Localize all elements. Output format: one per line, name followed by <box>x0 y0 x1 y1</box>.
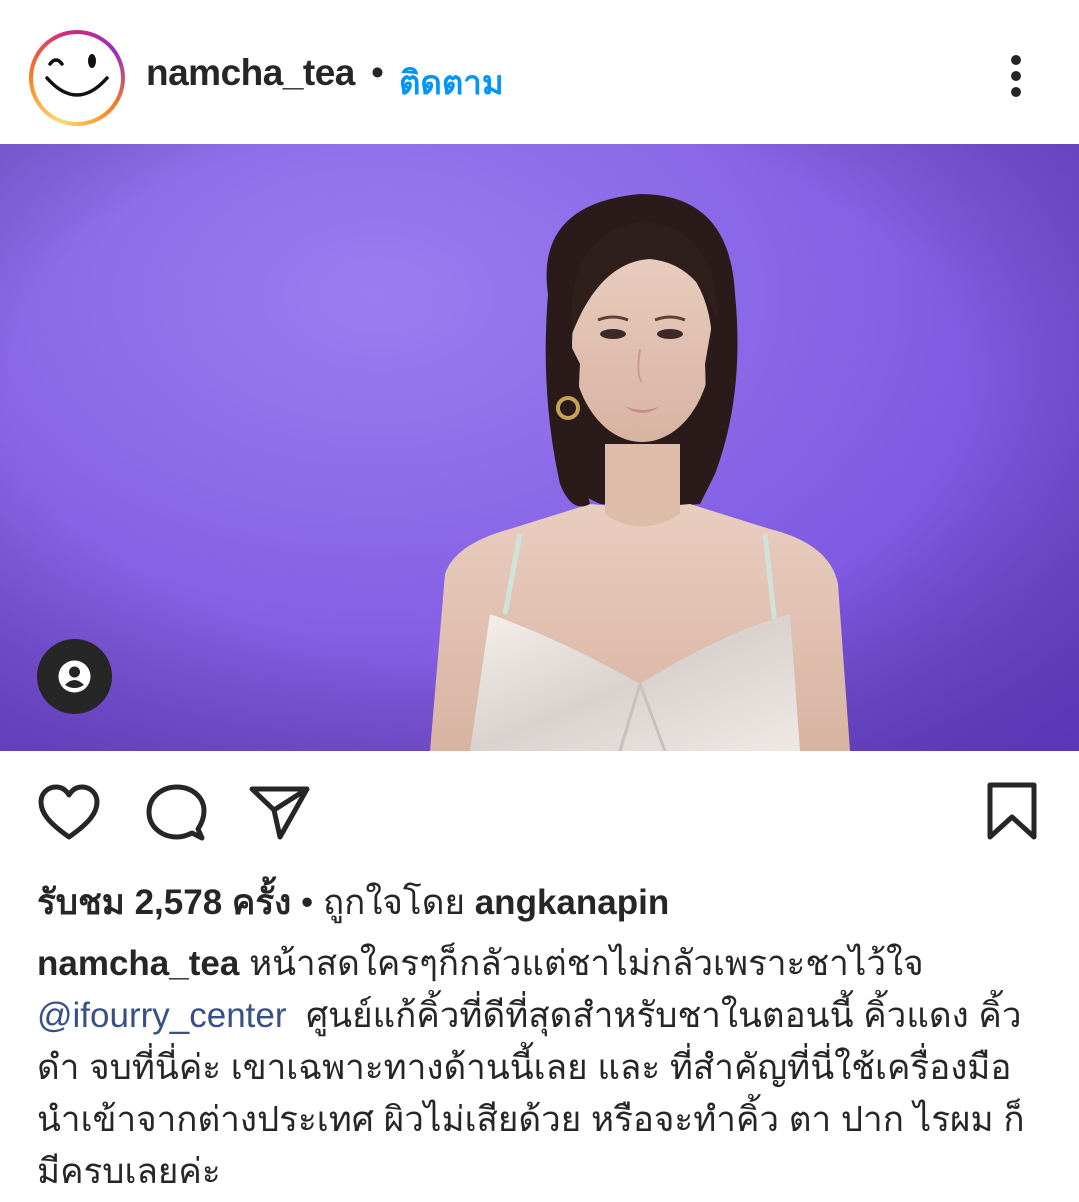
post-header: namcha_tea • ติดตาม <box>0 0 1079 144</box>
caption-mention[interactable]: @ifourry_center <box>37 996 287 1035</box>
header-separator: • <box>371 52 384 93</box>
heart-icon[interactable] <box>37 783 101 843</box>
post-username[interactable]: namcha_tea <box>146 52 355 94</box>
bookmark-icon[interactable] <box>985 781 1039 841</box>
post-caption: namcha_tea หน้าสดใครๆก็กลัวแต่ชาไม่กลัวเ… <box>37 938 1047 1198</box>
send-icon[interactable] <box>247 783 311 843</box>
follow-button[interactable]: ติดตาม <box>399 56 504 109</box>
caption-text-1: หน้าสดใครๆก็กลัวแต่ชาไม่กลัวเพราะชาไว้ใจ <box>249 944 924 983</box>
avatar[interactable] <box>29 30 125 126</box>
smiley-logo <box>45 54 109 97</box>
views-and-likes: รับชม 2,578 ครั้ง • ถูกใจโดย angkanapin <box>37 878 1057 928</box>
liked-by-user[interactable]: angkanapin <box>475 883 669 922</box>
user-tag-button[interactable] <box>37 639 112 714</box>
post-video[interactable] <box>0 144 1079 751</box>
caption-author[interactable]: namcha_tea <box>37 944 239 983</box>
video-frame <box>0 144 1079 751</box>
stats-separator: • <box>300 883 314 922</box>
views-prefix: รับชม <box>37 883 125 922</box>
more-vertical-icon[interactable] <box>1000 52 1032 100</box>
user-tag-icon <box>58 660 91 693</box>
views-suffix: ครั้ง <box>231 883 292 922</box>
liked-by-label: ถูกใจโดย <box>322 883 465 922</box>
avatar-image <box>33 34 121 122</box>
comment-icon[interactable] <box>144 783 208 843</box>
views-count[interactable]: 2,578 <box>135 883 223 922</box>
